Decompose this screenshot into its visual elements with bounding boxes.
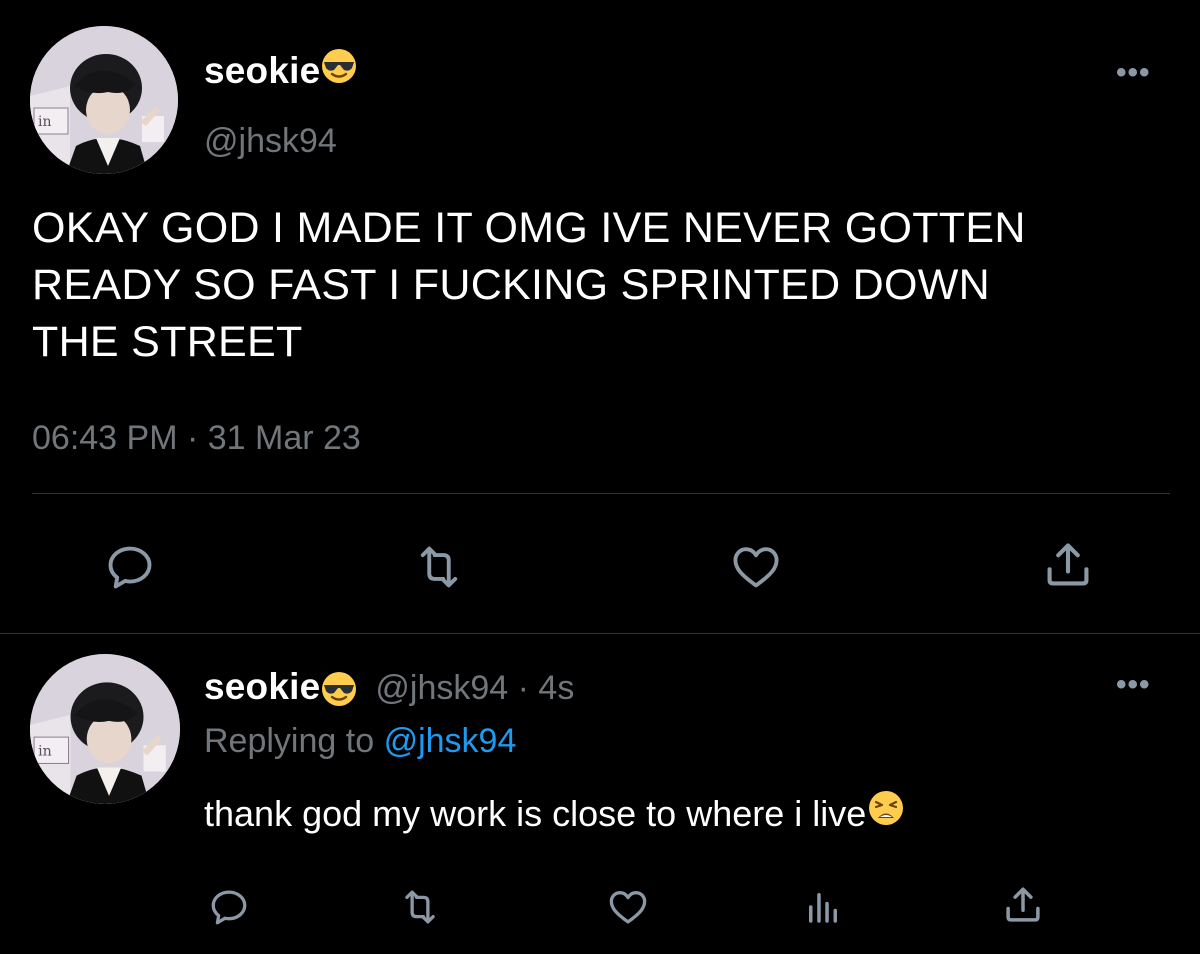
divider (0, 633, 1200, 634)
reply-icon[interactable] (208, 886, 250, 928)
replying-to: Replying to @jhsk94 (204, 722, 516, 761)
reply-text-content: thank god my work is close to where i li… (204, 793, 867, 834)
tweet-timestamp[interactable]: 06:43 PM · 31 Mar 23 (32, 419, 361, 458)
reply-text: thank god my work is close to where i li… (204, 790, 904, 835)
like-icon[interactable] (606, 886, 650, 928)
tweet-text-line: READY SO FAST I FUCKING SPRINTED DOWN (32, 261, 991, 309)
reply-display-name[interactable]: seokie (204, 666, 320, 707)
reply-icon[interactable] (104, 541, 156, 593)
svg-text:in: in (38, 743, 52, 759)
reply-handle-time[interactable]: @jhsk94 · 4s (375, 669, 574, 707)
tweet-text-line: OKAY GOD I MADE IT OMG IVE NEVER GOTTEN (32, 204, 1026, 252)
share-icon[interactable] (1002, 884, 1044, 926)
display-name[interactable]: seokie (204, 48, 357, 93)
svg-text:in: in (38, 114, 52, 130)
display-name-text[interactable]: seokie (204, 50, 320, 91)
tweet-text-line: THE STREET (32, 318, 303, 366)
reply-header: seokie @jhsk94 · 4s (204, 666, 574, 712)
retweet-icon[interactable] (412, 541, 466, 593)
analytics-icon[interactable] (802, 886, 844, 928)
retweet-icon[interactable] (398, 886, 442, 928)
reply-avatar[interactable]: in (30, 654, 180, 804)
divider (32, 493, 1170, 494)
reply-more-options-icon[interactable]: ••• (1116, 668, 1151, 702)
user-handle[interactable]: @jhsk94 (204, 122, 337, 161)
like-icon[interactable] (728, 541, 784, 593)
replying-to-label: Replying to (204, 722, 375, 760)
main-avatar[interactable]: in (30, 26, 178, 174)
more-options-icon[interactable]: ••• (1116, 56, 1151, 90)
replying-to-mention[interactable]: @jhsk94 (384, 722, 517, 760)
sunglasses-emoji-icon (321, 48, 357, 93)
share-icon[interactable] (1042, 539, 1094, 591)
tweet-text: OKAY GOD I MADE IT OMG IVE NEVER GOTTEN … (32, 200, 1182, 371)
weary-face-emoji-icon (868, 790, 904, 835)
sunglasses-emoji-icon (321, 671, 357, 712)
